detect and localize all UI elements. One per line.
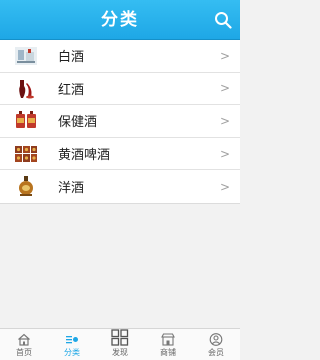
category-label: 保健酒 — [58, 115, 98, 131]
tab-label: 发现 — [112, 348, 128, 357]
yellow-wine-beer-thumb — [15, 145, 37, 162]
white-liquor-thumb — [15, 47, 37, 65]
category-item-white-liquor[interactable]: 白酒 > — [0, 40, 240, 73]
tab-member[interactable]: 会员 — [192, 329, 240, 360]
tab-label: 首页 — [16, 348, 32, 357]
category-list-icon — [66, 336, 78, 344]
category-label: 白酒 — [58, 50, 85, 66]
tab-label: 商铺 — [160, 348, 176, 357]
tab-category[interactable]: 分类 — [48, 329, 96, 360]
category-item-foreign-liquor[interactable]: 洋酒 > — [0, 170, 240, 203]
search-icon[interactable] — [214, 11, 232, 29]
tab-label: 会员 — [208, 348, 224, 357]
category-item-red-wine[interactable]: 红酒 > — [0, 73, 240, 106]
page-title: 分类 — [101, 10, 139, 30]
red-wine-thumb — [19, 79, 34, 99]
home-icon — [18, 333, 30, 346]
chevron-right-icon: > — [219, 146, 230, 161]
chevron-right-icon: > — [219, 81, 230, 96]
shop-icon — [161, 333, 175, 346]
category-list: 白酒 > 红酒 > 保健酒 > 黄酒啤酒 > 洋酒 > — [0, 40, 240, 204]
category-label: 红酒 — [58, 82, 85, 98]
tab-discover[interactable]: 发现 — [96, 329, 144, 360]
tab-label: 分类 — [64, 348, 80, 357]
category-label: 洋酒 — [58, 181, 85, 197]
tab-home[interactable]: 首页 — [0, 329, 48, 360]
top-bar: 分类 — [0, 0, 240, 40]
category-label: 黄酒啤酒 — [58, 148, 111, 164]
user-icon — [209, 333, 223, 346]
health-wine-thumb — [16, 111, 36, 129]
bottom-tab-bar: 首页 分类 发现 商铺 会员 — [0, 328, 240, 360]
foreign-liquor-thumb — [19, 176, 33, 197]
category-item-yellow-wine-beer[interactable]: 黄酒啤酒 > — [0, 138, 240, 171]
category-item-health-wine[interactable]: 保健酒 > — [0, 105, 240, 138]
tab-shop[interactable]: 商铺 — [144, 329, 192, 360]
chevron-right-icon: > — [219, 48, 230, 63]
chevron-right-icon: > — [219, 113, 230, 128]
grid-icon — [111, 329, 129, 346]
chevron-right-icon: > — [219, 179, 230, 194]
